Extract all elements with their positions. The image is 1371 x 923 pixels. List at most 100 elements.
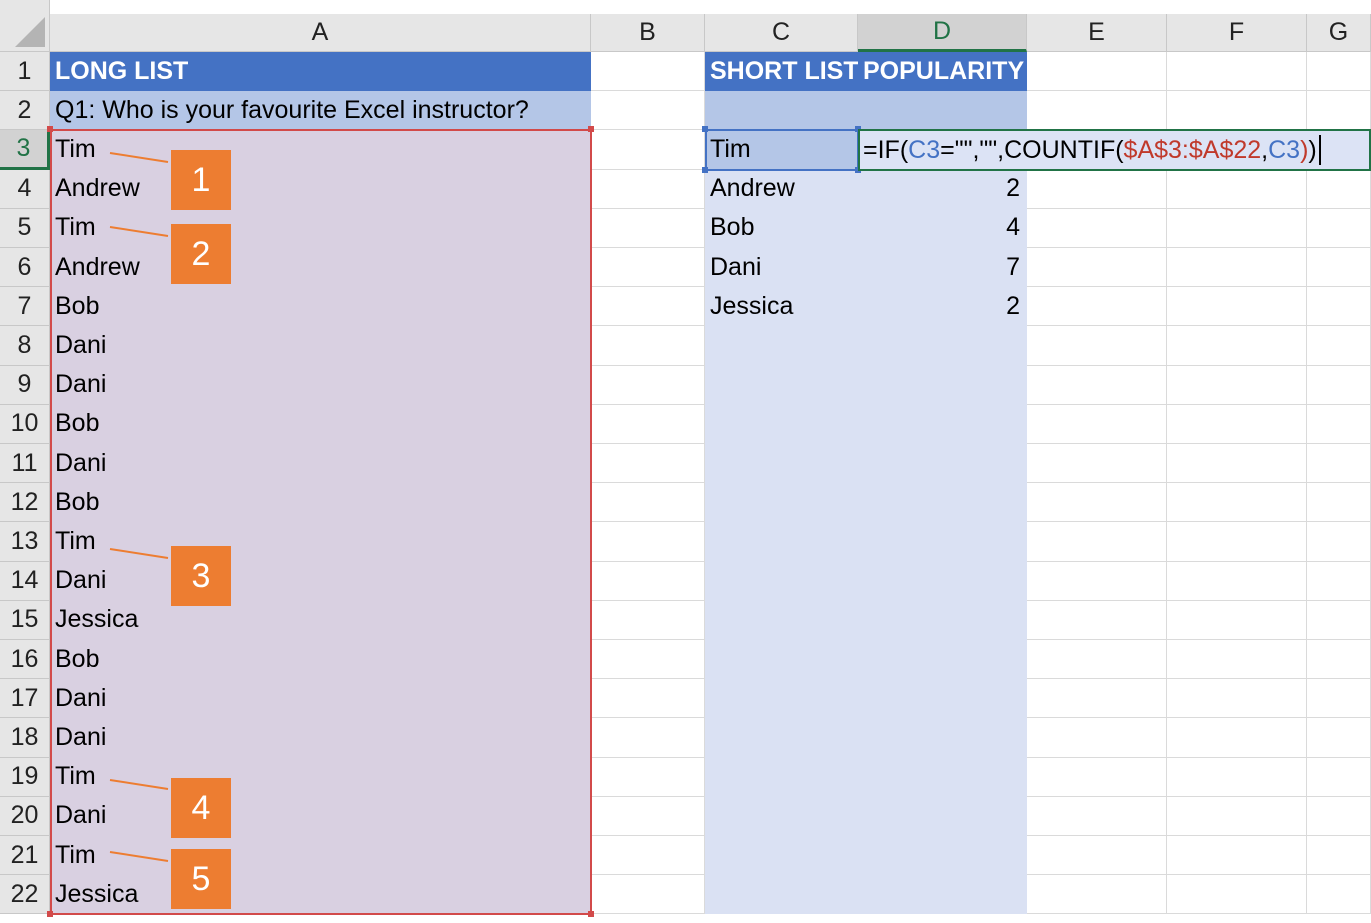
cell-A13[interactable]: Tim [50,522,591,562]
cell-F5[interactable] [1167,208,1307,248]
cell-B9[interactable] [591,365,705,405]
cell-F1[interactable] [1167,52,1307,92]
cell-G17[interactable] [1307,679,1371,719]
cell-B12[interactable] [591,483,705,523]
row-header-9[interactable]: 9 [0,365,50,405]
cell-G21[interactable] [1307,836,1371,876]
cell-F12[interactable] [1167,483,1307,523]
cell-C3[interactable]: Tim [705,130,858,170]
cell-C19[interactable] [705,757,858,797]
cell-D19[interactable] [858,757,1027,797]
row-header-3[interactable]: 3 [0,130,50,170]
cell-A21[interactable]: Tim [50,836,591,876]
cell-E13[interactable] [1027,522,1167,562]
cell-C13[interactable] [705,522,858,562]
cell-A1[interactable]: LONG LIST [50,52,591,92]
cell-D6[interactable]: 7 [858,248,1027,288]
cell-C16[interactable] [705,640,858,680]
cell-B13[interactable] [591,522,705,562]
cell-C20[interactable] [705,796,858,836]
cell-D17[interactable] [858,679,1027,719]
cell-E22[interactable] [1027,875,1167,915]
column-header-c[interactable]: C [705,14,858,52]
cell-C4[interactable]: Andrew [705,169,858,209]
cell-B8[interactable] [591,326,705,366]
cell-E11[interactable] [1027,444,1167,484]
cell-A5[interactable]: Tim [50,208,591,248]
cell-D5[interactable]: 4 [858,208,1027,248]
cell-B17[interactable] [591,679,705,719]
cell-F9[interactable] [1167,365,1307,405]
cell-F10[interactable] [1167,404,1307,444]
cell-F2[interactable] [1167,91,1307,131]
cell-G10[interactable] [1307,404,1371,444]
cell-G19[interactable] [1307,757,1371,797]
row-header-16[interactable]: 16 [0,640,50,680]
cell-G13[interactable] [1307,522,1371,562]
cell-A2[interactable]: Q1: Who is your favourite Excel instruct… [50,91,591,131]
row-header-10[interactable]: 10 [0,404,50,444]
row-header-18[interactable]: 18 [0,718,50,758]
cell-B11[interactable] [591,444,705,484]
cell-A9[interactable]: Dani [50,365,591,405]
cell-C15[interactable] [705,600,858,640]
cell-D1[interactable]: POPULARITY [858,52,1027,92]
cell-G22[interactable] [1307,875,1371,915]
cell-D18[interactable] [858,718,1027,758]
cell-F17[interactable] [1167,679,1307,719]
row-header-14[interactable]: 14 [0,561,50,601]
cell-B19[interactable] [591,757,705,797]
cell-C14[interactable] [705,561,858,601]
row-header-12[interactable]: 12 [0,483,50,523]
cell-B10[interactable] [591,404,705,444]
cell-A4[interactable]: Andrew [50,169,591,209]
row-header-13[interactable]: 13 [0,522,50,562]
cell-A11[interactable]: Dani [50,444,591,484]
cell-F14[interactable] [1167,561,1307,601]
cell-A7[interactable]: Bob [50,287,591,327]
cell-A10[interactable]: Bob [50,404,591,444]
cell-G12[interactable] [1307,483,1371,523]
column-header-b[interactable]: B [591,14,705,52]
cell-B2[interactable] [591,91,705,131]
cell-C18[interactable] [705,718,858,758]
cell-F13[interactable] [1167,522,1307,562]
cell-F11[interactable] [1167,444,1307,484]
cell-E6[interactable] [1027,248,1167,288]
range-handle-top-right[interactable] [588,126,594,132]
cell-C1[interactable]: SHORT LIST [705,52,859,92]
cell-E8[interactable] [1027,326,1167,366]
cell-C8[interactable] [705,326,858,366]
cell-G6[interactable] [1307,248,1371,288]
row-header-21[interactable]: 21 [0,836,50,876]
cell-A18[interactable]: Dani [50,718,591,758]
cell-G18[interactable] [1307,718,1371,758]
cell-B22[interactable] [591,875,705,915]
cell-D13[interactable] [858,522,1027,562]
cell-D4[interactable]: 2 [858,169,1027,209]
row-header-15[interactable]: 15 [0,600,50,640]
cell-G11[interactable] [1307,444,1371,484]
cell-D3-formula-editor[interactable]: =IF(C3 ="","",COUNTIF($A$3:$A$22, C3)) [858,129,1371,171]
row-header-7[interactable]: 7 [0,287,50,327]
row-header-11[interactable]: 11 [0,444,50,484]
cell-C7[interactable]: Jessica [705,287,858,327]
cell-D21[interactable] [858,836,1027,876]
cell-E19[interactable] [1027,757,1167,797]
cell-E1[interactable] [1027,52,1167,92]
cell-A19[interactable]: Tim [50,757,591,797]
cell-E20[interactable] [1027,796,1167,836]
cell-D2[interactable] [858,91,1027,131]
cell-B3[interactable] [591,130,705,170]
row-header-4[interactable]: 4 [0,169,50,209]
cell-A3[interactable]: Tim [50,130,591,170]
cell-C22[interactable] [705,875,858,915]
cell-B7[interactable] [591,287,705,327]
row-header-1[interactable]: 1 [0,52,50,92]
cell-C9[interactable] [705,365,858,405]
cell-G4[interactable] [1307,169,1371,209]
cell-D14[interactable] [858,561,1027,601]
cell-G1[interactable] [1307,52,1371,92]
column-header-d[interactable]: D [858,14,1027,52]
cell-E17[interactable] [1027,679,1167,719]
